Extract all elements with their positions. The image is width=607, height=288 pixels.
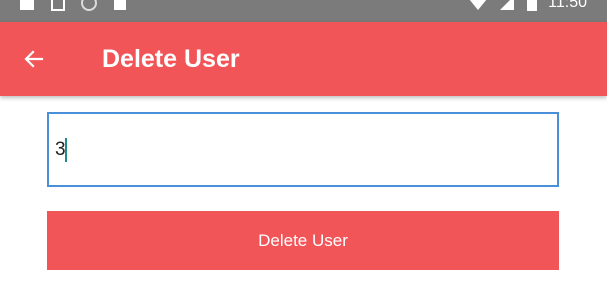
download-icon — [114, 0, 126, 10]
sim-icon — [51, 0, 65, 11]
signal-icon — [500, 0, 515, 10]
wifi-icon — [469, 0, 487, 10]
text-cursor — [65, 138, 67, 162]
back-button[interactable] — [20, 45, 48, 73]
sync-icon — [81, 0, 97, 11]
app-bar: Delete User — [0, 22, 607, 96]
status-time: 11:50 — [548, 0, 587, 11]
user-id-field[interactable] — [47, 112, 559, 187]
battery-icon — [527, 0, 538, 11]
page-title: Delete User — [102, 45, 240, 73]
user-id-input[interactable] — [55, 114, 535, 185]
back-arrow-icon — [24, 50, 44, 68]
notification-icon — [20, 0, 34, 10]
delete-user-button[interactable]: Delete User — [47, 211, 559, 270]
status-icons-right: 11:50 — [468, 0, 587, 22]
status-bar: 11:50 — [0, 0, 607, 22]
status-icons-left — [18, 0, 142, 22]
